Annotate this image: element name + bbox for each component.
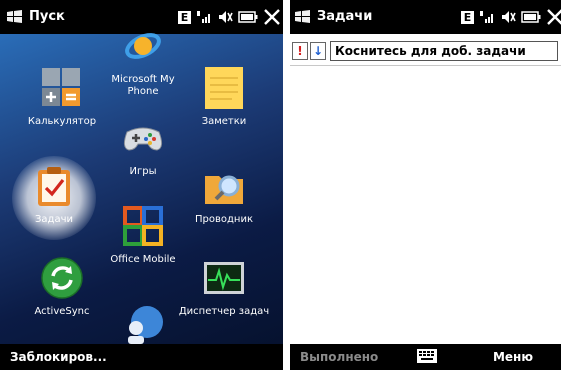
task-list[interactable] xyxy=(290,66,561,344)
office-mobile-icon xyxy=(121,204,165,248)
menu-softkey[interactable]: Меню xyxy=(493,350,533,364)
tasks-icon xyxy=(32,164,76,208)
complete-softkey[interactable]: Выполнено xyxy=(300,350,378,364)
high-priority-toggle[interactable]: ! xyxy=(292,42,308,60)
window-title: Задачи xyxy=(317,9,373,24)
gamepad-icon xyxy=(121,116,165,160)
softkey-bar: Выполнено Меню xyxy=(290,344,561,370)
close-icon[interactable] xyxy=(263,8,281,26)
windows-start-icon[interactable] xyxy=(6,9,23,25)
notes-icon xyxy=(202,66,246,110)
contacts-icon xyxy=(121,302,165,346)
new-task-input[interactable]: Коснитесь для доб. задачи xyxy=(330,41,558,61)
my-phone-icon xyxy=(121,24,165,68)
tile-partial[interactable] xyxy=(95,302,191,346)
close-icon[interactable] xyxy=(546,8,561,26)
connection-badge[interactable]: E xyxy=(461,10,474,24)
signal-strength-icon[interactable] xyxy=(479,9,495,25)
title-bar: Задачи E xyxy=(290,0,561,34)
battery-icon[interactable] xyxy=(521,9,541,25)
status-icons: E xyxy=(178,7,281,27)
tile-label: Задачи xyxy=(35,214,73,225)
window-title: Пуск xyxy=(29,9,65,24)
battery-icon[interactable] xyxy=(238,9,258,25)
lock-softkey[interactable]: Заблокиров... xyxy=(10,350,107,364)
low-priority-toggle[interactable]: ↓ xyxy=(310,42,326,60)
start-menu-screen: Пуск E Microsoft My Phone Калькулятор За… xyxy=(0,0,283,370)
keyboard-icon[interactable] xyxy=(417,349,437,363)
connection-badge[interactable]: E xyxy=(178,10,191,24)
task-manager-icon xyxy=(202,256,246,300)
volume-muted-icon[interactable] xyxy=(500,9,516,25)
tile-tasks[interactable]: Задачи xyxy=(6,164,102,226)
volume-muted-icon[interactable] xyxy=(217,9,233,25)
softkey-bar: Заблокиров... xyxy=(0,344,283,370)
windows-start-icon[interactable] xyxy=(294,9,311,25)
calculator-icon xyxy=(40,66,84,110)
start-menu-grid: Microsoft My Phone Калькулятор Заметки И… xyxy=(0,33,283,346)
signal-strength-icon[interactable] xyxy=(196,9,212,25)
status-icons: E xyxy=(461,7,561,27)
tasks-screen: Задачи E ! ↓ Коснитесь для доб. задачи В… xyxy=(290,0,561,370)
activesync-icon xyxy=(40,256,84,300)
file-explorer-icon xyxy=(202,164,246,208)
new-task-row: ! ↓ Коснитесь для доб. задачи xyxy=(290,34,561,66)
